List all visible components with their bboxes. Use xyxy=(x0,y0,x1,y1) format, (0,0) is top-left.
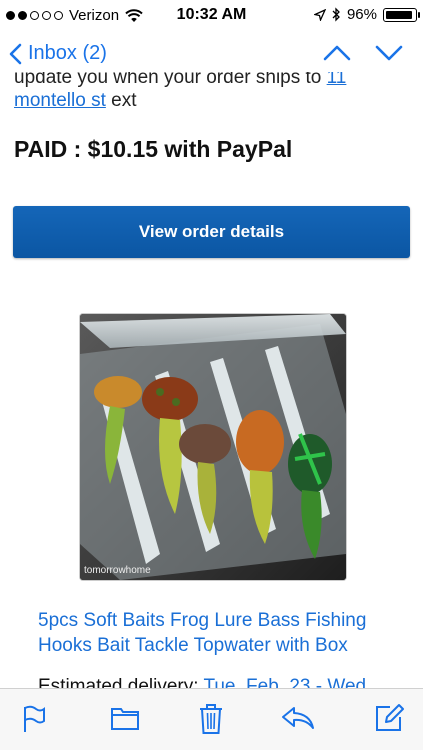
payment-summary: PAID : $10.15 with PayPal xyxy=(14,136,293,162)
chevron-down-icon[interactable] xyxy=(375,44,403,62)
address-link-part2[interactable]: montello st xyxy=(14,90,106,111)
view-order-details-button[interactable]: View order details xyxy=(13,206,410,258)
estimated-date-link[interactable]: Tue, Feb. 23 - Wed xyxy=(203,676,366,688)
compose-icon[interactable] xyxy=(374,703,404,733)
trash-icon[interactable] xyxy=(198,703,224,735)
back-label: Inbox (2) xyxy=(28,42,107,64)
folder-icon[interactable] xyxy=(110,705,140,731)
shipping-text: update you when your order ships to 11 m… xyxy=(14,72,414,112)
estimated-label: Estimated delivery: xyxy=(38,676,204,688)
battery-icon xyxy=(383,7,420,22)
chevron-left-icon xyxy=(9,43,22,64)
bottom-toolbar xyxy=(0,688,423,750)
status-right: 96% xyxy=(313,6,420,23)
message-nav xyxy=(323,44,403,62)
product-image[interactable]: tomorrowhome xyxy=(79,313,347,581)
product-title-link[interactable]: 5pcs Soft Baits Frog Lure Bass Fishing H… xyxy=(38,608,418,658)
estimated-delivery: Estimated delivery: Tue, Feb. 23 - Wed xyxy=(38,676,366,688)
battery-percent: 96% xyxy=(346,6,377,23)
chevron-up-icon[interactable] xyxy=(323,44,351,62)
reply-icon[interactable] xyxy=(280,705,316,731)
image-watermark: tomorrowhome xyxy=(84,565,151,576)
shipping-partial: update you when your order ships to xyxy=(14,72,322,88)
address-link-part1[interactable]: 11 xyxy=(327,72,347,88)
tackle-box-illustration: tomorrowhome xyxy=(80,314,346,580)
address-suffix: ext xyxy=(105,90,137,111)
location-icon xyxy=(313,8,326,21)
back-button[interactable]: Inbox (2) xyxy=(8,42,107,65)
status-bar: Verizon 10:32 AM 96% xyxy=(0,0,423,30)
email-body: update you when your order ships to 11 m… xyxy=(0,72,423,688)
bluetooth-icon xyxy=(332,7,340,22)
flag-icon[interactable] xyxy=(22,705,46,733)
